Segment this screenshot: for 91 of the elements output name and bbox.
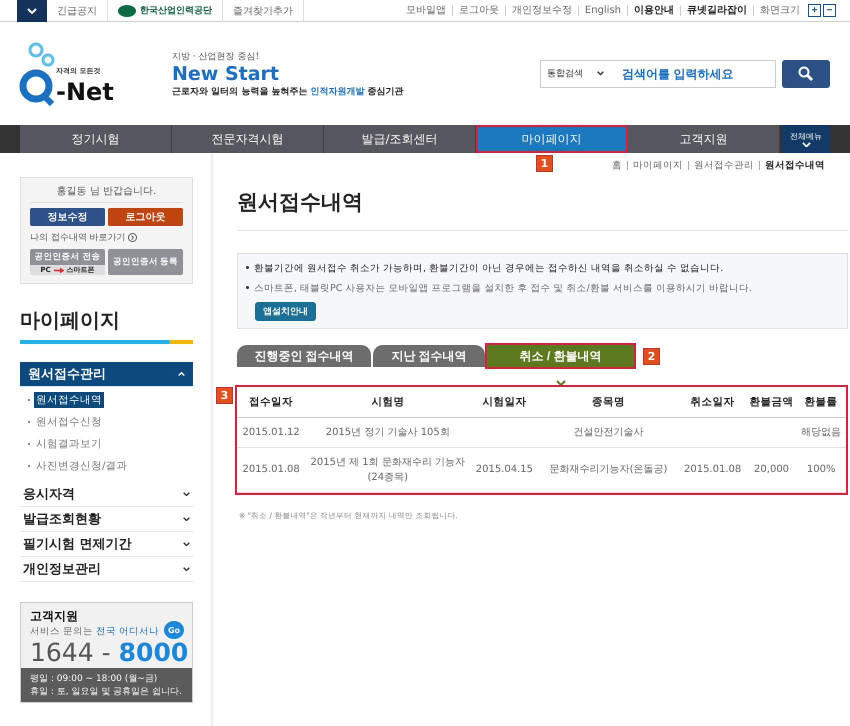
chevron-down-icon — [27, 8, 37, 14]
nav-tab[interactable]: 발급/조회센터 — [324, 125, 476, 153]
notice-text: 환불기간에 원서접수 취소가 가능하며, 환불기간이 아닌 경우에는 접수하신 내역을 취소하실 수 없습니다. — [254, 262, 724, 275]
section-title: 마이페이지 — [20, 307, 193, 344]
menu-group-header[interactable]: 원서접수관리 — [20, 362, 193, 387]
table-cell: 2015.04.15 — [476, 464, 533, 475]
top-link[interactable]: 즐겨찾기추가 — [223, 0, 304, 22]
hours-text: 휴일 : 토, 일요일 및 공휴일은 쉽니다. — [30, 686, 183, 698]
table-cell: 문화재수리기능자(온돌공) — [550, 464, 668, 475]
menu-group-header[interactable]: 개인정보관리 — [20, 557, 193, 582]
table-cell: 2015년 정기 기술사 105회 — [326, 426, 450, 438]
support-title: 고객지원 — [30, 608, 79, 625]
search-scope[interactable]: 통합검색 — [541, 67, 621, 80]
zoom-button[interactable]: − — [823, 4, 836, 17]
nav-tab[interactable]: 정기시험 — [20, 125, 172, 153]
top-link[interactable]: 모바일앱 — [400, 6, 452, 16]
table-cell: 2015.01.12 — [242, 426, 300, 438]
menu-group-header[interactable]: 필기시험 면제기간 — [20, 532, 193, 557]
breadcrumb-item[interactable]: 마이페이지 — [627, 161, 688, 170]
column-header: 접수일자 — [237, 387, 306, 417]
shortcut-link[interactable]: 나의 접수내역 바로가기 — [30, 231, 183, 244]
tab[interactable]: 진행중인 접수내역 — [237, 345, 371, 367]
column-header: 환불금액 — [746, 387, 796, 417]
column-header: 시험일자 — [470, 387, 538, 417]
go-button[interactable]: Go — [164, 621, 184, 639]
top-link[interactable]: English — [578, 6, 627, 16]
annotation-badge: 2 — [643, 348, 660, 365]
logo-name: -Net — [56, 78, 114, 106]
page-title: 원서접수내역 — [237, 188, 848, 231]
slogan-line: 근로자와 일터의 능력을 높혀주는 인적자원개발 중심기관 — [172, 86, 404, 98]
column-header: 시험명 — [305, 387, 470, 417]
slogan-title: New Start — [172, 62, 280, 84]
table-cell: 100% — [806, 464, 836, 475]
top-link[interactable]: 큐넷길라잡이 — [680, 6, 753, 16]
chevron-down-icon — [597, 71, 604, 76]
chevron-down-icon — [183, 542, 190, 546]
organization-logo-link[interactable]: 한국산업인력공단 — [108, 0, 223, 22]
arrow-right-icon — [54, 268, 64, 272]
menu-item[interactable]: 사진변경신청/결과 — [34, 458, 130, 474]
app-install-button[interactable]: 앱설치안내 — [255, 302, 316, 321]
slogan-kicker: 지방 · 산업현장 중심! — [172, 50, 260, 62]
column-header: 종목명 — [538, 387, 678, 417]
hours-text: 평일 : 09:00 ~ 18:00 (월~금) — [30, 673, 158, 685]
notice-text: 스마트폰, 태블릿PC 사용자는 모바일앱 프로그램을 설치한 후 접수 및 취소/환불 서비스를 이용하시기 바랍니다. — [254, 282, 752, 295]
zoom-button[interactable]: + — [808, 4, 821, 17]
breadcrumb-item[interactable]: 홈 — [607, 161, 627, 170]
tab[interactable]: 지난 접수내역 — [373, 345, 485, 367]
menu-item[interactable]: 시험결과보기 — [34, 436, 104, 452]
annotation-badge: 1 — [536, 155, 553, 172]
table-cell: 해당없음 — [801, 426, 842, 438]
bullet-icon — [246, 266, 249, 269]
column-header: 취소일자 — [678, 387, 747, 417]
table-cell: 2015.01.08 — [242, 464, 300, 475]
breadcrumb-item: 원서접수내역 — [759, 161, 830, 170]
menu-group-header[interactable]: 발급조회현황 — [20, 507, 193, 532]
menu-item[interactable]: 원서접수신청 — [34, 414, 104, 430]
account-button[interactable]: 정보수정 — [30, 208, 105, 226]
chevron-down-icon — [183, 492, 190, 496]
support-subtitle: 서비스 문의는 전국 어디서나 — [30, 625, 160, 638]
tab[interactable]: 취소 / 환불내역 — [487, 345, 634, 367]
menu-group-header[interactable]: 응시자격 — [20, 482, 193, 507]
chevron-down-icon — [802, 142, 810, 148]
welcome-text: 홍길동 님 반갑습니다. — [30, 184, 183, 203]
top-link[interactable]: 로그아웃 — [452, 6, 505, 16]
top-link[interactable]: 개인정보수정 — [504, 6, 578, 16]
account-button[interactable]: 로그아웃 — [108, 208, 183, 226]
chevron-up-icon — [178, 372, 185, 376]
menu-item[interactable]: 원서접수내역 — [34, 392, 104, 408]
chevron-circle-icon — [128, 233, 137, 242]
search-field[interactable]: 통합검색 검색어를 입력하세요 — [540, 60, 776, 88]
search-icon — [798, 66, 814, 82]
nav-tab[interactable]: 전문자격시험 — [172, 125, 324, 153]
chevron-down-icon — [183, 566, 190, 572]
menu-toggle-button[interactable] — [17, 0, 47, 22]
chevron-down-icon — [556, 380, 566, 386]
table-cell: 2015년 제 1회 문화재수리 기능자(24종목) — [310, 456, 466, 482]
nav-tab[interactable]: 고객지원 — [628, 125, 780, 153]
search-button[interactable] — [782, 60, 830, 88]
table-cell: 2015.01.08 — [684, 464, 742, 475]
annotation-badge: 3 — [216, 387, 233, 404]
bullet-icon — [246, 286, 249, 289]
table-cell: 20,000 — [754, 464, 790, 475]
font-size-label: 화면크기 — [753, 6, 806, 16]
top-link[interactable]: 긴급공지 — [47, 0, 108, 22]
top-link[interactable]: 이용안내 — [627, 6, 680, 16]
all-menu-button[interactable]: 전체메뉴 — [782, 125, 830, 153]
chevron-down-icon — [183, 516, 190, 522]
emblem-icon — [118, 4, 136, 16]
column-header: 환불률 — [796, 387, 846, 417]
breadcrumb-item[interactable]: 원서접수관리 — [688, 161, 759, 170]
table-cell: 건설안전기술사 — [574, 426, 644, 438]
